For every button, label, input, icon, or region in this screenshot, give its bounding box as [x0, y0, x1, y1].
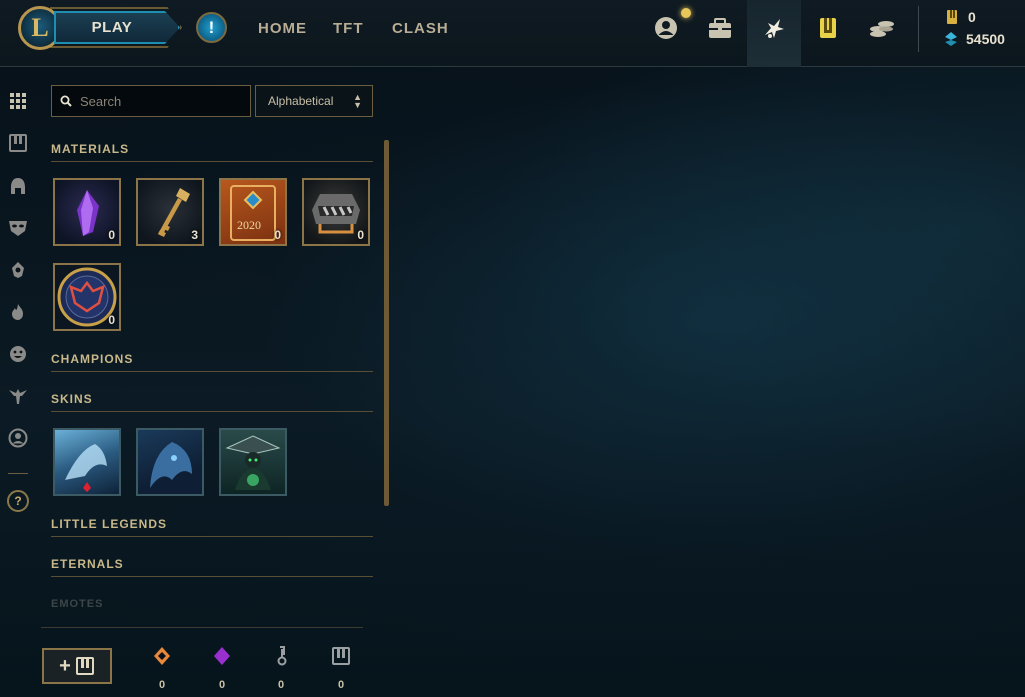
blue-essence-amount: 54500: [966, 31, 1005, 47]
sort-dropdown-value: Alphabetical: [268, 94, 334, 108]
skin-green-mage-art: [225, 435, 281, 490]
emote-face-icon[interactable]: [7, 343, 29, 365]
ward-icon[interactable]: [7, 259, 29, 281]
skin-tile-green-mage[interactable]: [219, 428, 287, 496]
search-input[interactable]: [80, 93, 240, 109]
section-eternals[interactable]: ETERNALS: [51, 557, 373, 577]
sort-arrows-icon: ▲ ▼: [353, 92, 362, 110]
section-materials[interactable]: MATERIALS: [51, 142, 373, 162]
chest-icon: [75, 657, 94, 675]
fire-icon[interactable]: [7, 301, 29, 323]
material-tile-event-pass-2020[interactable]: 2020 0: [219, 178, 287, 246]
all-grid-icon[interactable]: [7, 90, 29, 112]
add-symbol: +: [59, 654, 71, 677]
blue-essence-balance[interactable]: 54500: [944, 30, 1005, 48]
blue-essence-icon: [945, 32, 957, 46]
chest-amount: 0: [337, 679, 345, 691]
add-loot-button[interactable]: +: [42, 648, 112, 684]
profile-circle-icon[interactable]: [7, 427, 29, 449]
mythic-essence-balance[interactable]: 0: [211, 646, 233, 691]
sort-dropdown[interactable]: Alphabetical ▲ ▼: [255, 85, 373, 117]
material-count: 0: [274, 228, 281, 242]
section-champions[interactable]: CHAMPIONS: [51, 352, 373, 372]
topbar-divider: [918, 6, 919, 52]
little-legend-icon[interactable]: [7, 385, 29, 407]
skin-tile-dark-beast[interactable]: [136, 428, 204, 496]
skin-dark-beast-art: [150, 442, 192, 488]
bottom-divider: [41, 627, 363, 628]
material-count: 0: [108, 228, 115, 242]
chest-icon[interactable]: [7, 132, 29, 154]
key-fragment-icon: [277, 646, 287, 666]
notification-dot-icon: [681, 8, 691, 18]
top-navigation-bar: L PLAY ! HOME TFT CLASH 0 54500: [0, 0, 1025, 67]
hextech-icon[interactable]: [813, 13, 843, 43]
search-field[interactable]: [51, 85, 251, 117]
chest-small-icon: [332, 647, 350, 665]
nav-tft[interactable]: TFT: [333, 20, 364, 37]
loot-icon[interactable]: [759, 13, 789, 43]
material-tile-hextech-key[interactable]: 3: [136, 178, 204, 246]
mythic-essence-icon: [214, 647, 230, 665]
search-icon: [60, 95, 72, 107]
section-little-legends[interactable]: LITTLE LEGENDS: [51, 517, 373, 537]
skin-ice-art: [65, 444, 107, 492]
key-fragment-balance[interactable]: 0: [270, 646, 292, 691]
rp-balance[interactable]: 0: [944, 8, 976, 26]
mask-icon[interactable]: [7, 217, 29, 239]
orange-essence-balance[interactable]: 0: [151, 646, 173, 691]
event-pass-year: 2020: [237, 218, 261, 232]
mythic-essence-amount: 0: [218, 679, 226, 691]
alert-icon[interactable]: !: [196, 12, 227, 43]
material-tile-worlds-emblem[interactable]: 0: [53, 263, 121, 331]
material-tile-chest[interactable]: 0: [302, 178, 370, 246]
collection-icon[interactable]: [705, 13, 735, 43]
orange-essence-icon: [154, 647, 170, 665]
material-count: 3: [191, 228, 198, 242]
chest-balance[interactable]: 0: [330, 646, 352, 691]
material-count: 0: [357, 228, 364, 242]
play-button[interactable]: PLAY: [54, 11, 180, 44]
skin-tile-ice[interactable]: [53, 428, 121, 496]
material-count: 0: [108, 313, 115, 327]
profile-icon[interactable]: [651, 13, 681, 43]
store-icon[interactable]: [867, 13, 897, 43]
rp-icon: [947, 10, 957, 24]
section-skins[interactable]: SKINS: [51, 392, 373, 412]
champion-helmet-icon[interactable]: [7, 175, 29, 197]
panel-scrollbar[interactable]: [384, 140, 389, 506]
orange-essence-amount: 0: [158, 679, 166, 691]
nav-home[interactable]: HOME: [258, 20, 307, 37]
section-emotes-faded[interactable]: EMOTES: [51, 598, 103, 610]
key-fragment-amount: 0: [277, 679, 285, 691]
help-icon[interactable]: ?: [7, 490, 29, 512]
material-tile-mythic-essence[interactable]: 0: [53, 178, 121, 246]
nav-clash[interactable]: CLASH: [392, 20, 449, 37]
rail-divider: [8, 473, 28, 474]
rp-amount: 0: [968, 9, 976, 25]
